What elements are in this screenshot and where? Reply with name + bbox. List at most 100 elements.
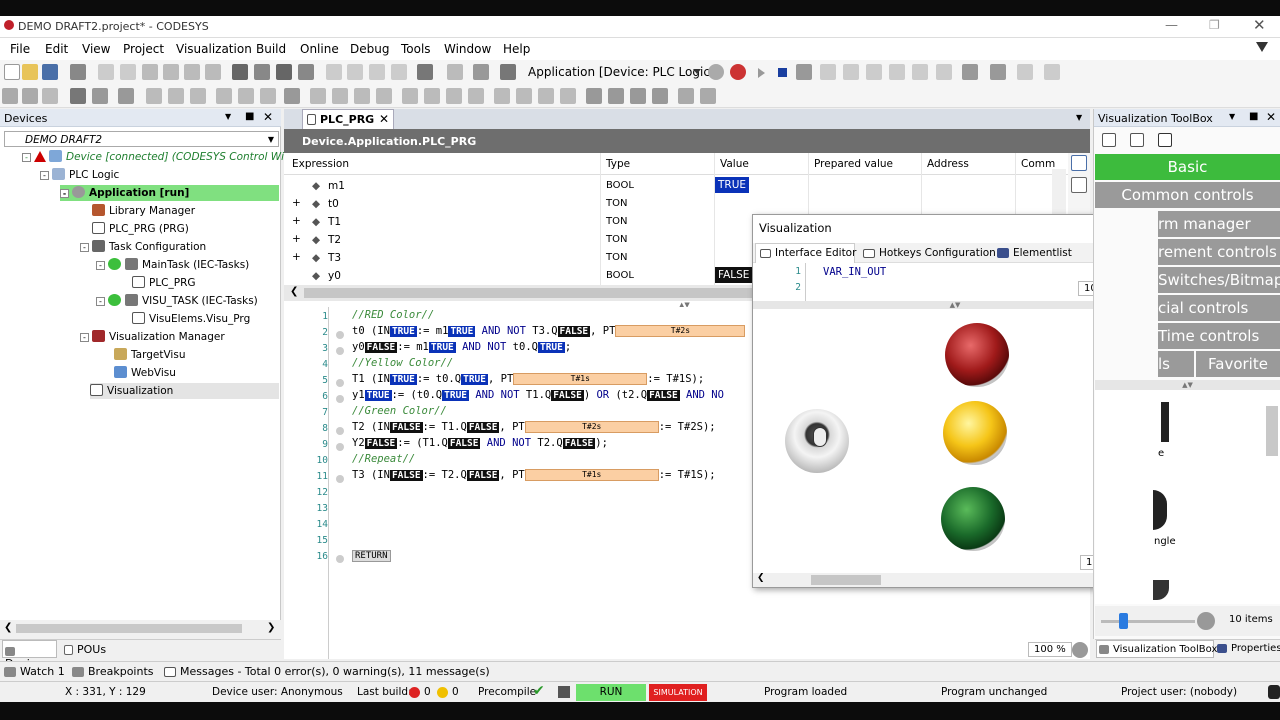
category-common-controls[interactable]: Common controls — [1095, 182, 1280, 208]
tree-item-visualization[interactable]: Visualization — [90, 383, 279, 399]
tab-interface-editor[interactable]: Interface Editor — [755, 243, 856, 263]
tab-devices[interactable]: Devices — [2, 640, 57, 670]
tree-item-plc-logic[interactable]: - PLC Logic — [40, 167, 119, 183]
cut-icon[interactable] — [142, 64, 158, 80]
order-icon-2[interactable] — [516, 88, 532, 104]
replace-icon[interactable] — [254, 64, 270, 80]
align-left-icon[interactable] — [146, 88, 162, 104]
breakpoint-marker[interactable] — [336, 379, 344, 387]
layer-icon-3[interactable] — [630, 88, 646, 104]
category-basic[interactable]: Basic — [1095, 154, 1280, 180]
ungroup-icon[interactable] — [92, 88, 108, 104]
breakpoint-marker[interactable] — [336, 395, 344, 403]
visu-canvas[interactable]: 100 % — [753, 309, 1145, 573]
warning-icon[interactable] — [437, 687, 448, 698]
editor-zoom-icon[interactable] — [1072, 642, 1088, 658]
align-right-icon[interactable] — [190, 88, 206, 104]
col-expression[interactable]: Expression — [292, 158, 349, 170]
category-special-controls[interactable]: cial controls — [1158, 295, 1280, 321]
chevron-down-icon[interactable]: ▼ — [268, 132, 274, 148]
tab-visualization-toolbox[interactable]: Visualization ToolBox — [1096, 640, 1217, 658]
category-lamps-switches-bitmaps[interactable]: Switches/Bitmaps — [1158, 267, 1280, 293]
breakpoint-marker[interactable] — [336, 331, 344, 339]
element-preview[interactable] — [1153, 490, 1167, 530]
login-icon[interactable] — [708, 64, 724, 80]
bring-front-icon[interactable] — [118, 88, 134, 104]
user-icon[interactable] — [1268, 685, 1280, 699]
col-prepared-value[interactable]: Prepared value — [814, 158, 893, 170]
tree-item-visuelems[interactable]: VisuElems.Visu_Prg — [132, 311, 250, 327]
tab-close-icon[interactable]: ✕ — [379, 112, 389, 126]
textual-view-icon[interactable] — [1071, 177, 1087, 193]
spacing-icon-4[interactable] — [468, 88, 484, 104]
tree-item-targetvisu[interactable]: TargetVisu — [114, 347, 185, 363]
order-icon-1[interactable] — [494, 88, 510, 104]
yellow-lamp[interactable] — [943, 401, 1007, 465]
visu-tool-icon-1[interactable] — [2, 88, 18, 104]
pin-icon[interactable]: ■ — [245, 111, 254, 122]
save-icon[interactable] — [42, 64, 58, 80]
tree-item-plc-prg[interactable]: PLC_PRG (PRG) — [92, 221, 189, 237]
same-width-icon[interactable] — [354, 88, 370, 104]
toolbox-splitter[interactable]: ▲▼ — [1095, 380, 1280, 390]
tree-item-device[interactable]: - Device [connected] (CODESYS Control Win… — [22, 149, 308, 165]
green-lamp[interactable] — [941, 487, 1005, 551]
tree-item-webvisu[interactable]: WebVisu — [114, 365, 176, 381]
category-alarm-manager[interactable]: rm manager — [1158, 211, 1280, 237]
panel-menu-icon[interactable]: ▼ — [225, 112, 231, 121]
spacing-icon-3[interactable] — [446, 88, 462, 104]
step-over-icon[interactable] — [820, 64, 836, 80]
table-row[interactable]: + ◆ t0 TON — [284, 195, 1068, 213]
checkmark-icon[interactable]: ✔ — [533, 683, 545, 699]
tree-item-task-configuration[interactable]: - Task Configuration — [80, 239, 206, 255]
application-selector[interactable]: Application [Device: PLC Logic] — [528, 65, 715, 79]
new-file-icon[interactable] — [4, 64, 20, 80]
tab-properties[interactable]: Properties — [1215, 641, 1280, 656]
filter-icon[interactable] — [1256, 42, 1268, 52]
spacing-icon-2[interactable] — [424, 88, 440, 104]
red-lamp[interactable] — [945, 323, 1009, 387]
toolbox-view-icon-2[interactable] — [1130, 133, 1144, 147]
align-center-icon[interactable] — [168, 88, 184, 104]
copy-icon[interactable] — [163, 64, 179, 80]
redo-icon[interactable] — [120, 64, 136, 80]
menu-project[interactable]: Project — [123, 42, 164, 56]
expand-icon[interactable]: + — [292, 215, 301, 227]
run-to-cursor-icon[interactable] — [889, 64, 905, 80]
write-values-icon[interactable] — [962, 64, 978, 80]
bookmark-clear-icon[interactable] — [391, 64, 407, 80]
same-size-icon[interactable] — [284, 88, 300, 104]
restore-icon[interactable]: ❐ — [1209, 18, 1220, 32]
category-time-controls[interactable]: Time controls — [1158, 323, 1280, 349]
tab-watch-1[interactable]: Watch 1 — [2, 664, 67, 679]
step-into-icon[interactable] — [843, 64, 859, 80]
tree-item-library-manager[interactable]: Library Manager — [92, 203, 195, 219]
find-icon[interactable] — [232, 64, 248, 80]
tab-plc-prg[interactable]: PLC_PRG ✕ — [302, 109, 394, 129]
tab-elementlist[interactable]: Elementlist — [995, 244, 1074, 262]
spacing-icon-1[interactable] — [402, 88, 418, 104]
bookmark-prev-icon[interactable] — [369, 64, 385, 80]
size-slider-thumb[interactable] — [1119, 613, 1128, 629]
simulation-status[interactable]: SIMULATION — [649, 684, 707, 701]
breakpoint-marker[interactable] — [336, 443, 344, 451]
row-value[interactable]: FALSE — [715, 267, 753, 283]
expand-icon[interactable]: + — [292, 251, 301, 263]
menu-tools[interactable]: Tools — [401, 42, 431, 56]
tree-item-maintask[interactable]: - MainTask (IEC-Tasks) — [96, 257, 249, 273]
tree-item-visu-task[interactable]: - VISU_TASK (IEC-Tasks) — [96, 293, 258, 309]
breakpoint-marker[interactable] — [336, 347, 344, 355]
tab-breakpoints[interactable]: Breakpoints — [70, 664, 156, 679]
error-icon[interactable] — [409, 687, 420, 698]
same-height-icon[interactable] — [376, 88, 392, 104]
group-icon[interactable] — [70, 88, 86, 104]
menu-file[interactable]: File — [10, 42, 30, 56]
scroll-left-icon[interactable]: ❮ — [4, 622, 12, 633]
paste-icon[interactable] — [184, 64, 200, 80]
toolbox-scroll-thumb[interactable] — [1266, 406, 1278, 456]
search-icon[interactable] — [1197, 612, 1215, 630]
align-bottom-icon[interactable] — [260, 88, 276, 104]
active-app-icon[interactable] — [500, 64, 516, 80]
distribute-h-icon[interactable] — [310, 88, 326, 104]
tab-messages[interactable]: Messages - Total 0 error(s), 0 warning(s… — [162, 664, 492, 679]
